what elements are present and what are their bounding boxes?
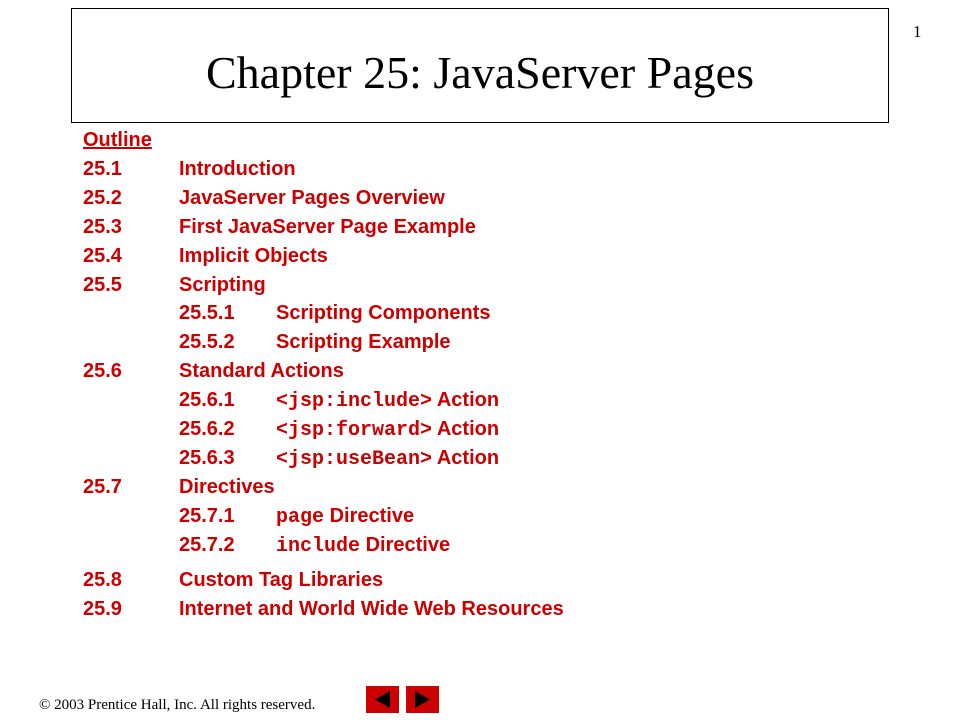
code-text: <jsp:useBean> bbox=[276, 447, 433, 471]
outline-heading: Outline bbox=[83, 129, 152, 151]
label-text: Action bbox=[432, 446, 500, 469]
code-text: <jsp:include> bbox=[276, 390, 433, 414]
item-number: 25.7.2 bbox=[179, 533, 235, 556]
item-number: 25.3 bbox=[83, 215, 122, 238]
item-label: <jsp:useBean> Action bbox=[276, 444, 499, 475]
item-label: Standard Actions bbox=[179, 360, 344, 383]
item-number: 25.5.1 bbox=[179, 302, 235, 325]
label-text: Action bbox=[432, 418, 500, 441]
next-slide-button[interactable] bbox=[406, 686, 439, 713]
triangle-left-icon bbox=[375, 691, 390, 708]
item-label: JavaServer Pages Overview bbox=[179, 186, 445, 209]
item-label: Custom Tag Libraries bbox=[179, 569, 384, 592]
code-text: <jsp:forward> bbox=[276, 419, 433, 443]
page-title: Chapter 25: JavaServer Pages bbox=[205, 47, 754, 98]
previous-slide-button[interactable] bbox=[366, 686, 399, 713]
item-number: 25.6 bbox=[83, 360, 122, 383]
item-label: Introduction bbox=[179, 158, 296, 180]
outline-subitem: 25.5.1 Scripting Components bbox=[83, 299, 783, 328]
label-text: Directive bbox=[360, 533, 451, 556]
outline-item: 25.9 Internet and World Wide Web Resourc… bbox=[83, 595, 783, 624]
item-label: Internet and World Wide Web Resources bbox=[179, 598, 564, 621]
item-number: 25.7.1 bbox=[179, 504, 235, 527]
item-number: 25.6.3 bbox=[179, 446, 235, 469]
outline-item: 25.8 Custom Tag Libraries bbox=[83, 566, 783, 595]
item-number: 25.6.2 bbox=[179, 418, 235, 441]
outline-item: 25.6 Standard Actions bbox=[83, 357, 783, 386]
outline-subitem: 25.7.1 page Directive bbox=[83, 502, 783, 531]
item-label: <jsp:forward> Action bbox=[276, 415, 499, 446]
item-label: page Directive bbox=[276, 502, 414, 533]
item-label: Scripting Example bbox=[276, 331, 451, 354]
code-text: include bbox=[276, 534, 361, 558]
item-label: First JavaServer Page Example bbox=[179, 215, 476, 238]
item-label: Implicit Objects bbox=[179, 244, 328, 267]
code-text: page bbox=[276, 505, 325, 529]
outline-item: 25.5 Scripting bbox=[83, 271, 783, 300]
outline-subitem: 25.6.1 <jsp:include> Action bbox=[83, 386, 783, 415]
outline-subitem: 25.5.2 Scripting Example bbox=[83, 328, 783, 357]
outline-item: 25.7 Directives bbox=[83, 473, 783, 502]
outline: Outline 25.1 Introduction 25.2 JavaServe… bbox=[83, 126, 783, 624]
item-label: Scripting Components bbox=[276, 302, 491, 325]
item-number: 25.4 bbox=[83, 244, 122, 267]
item-number: 25.1 bbox=[83, 158, 122, 180]
item-label: include Directive bbox=[276, 531, 450, 562]
item-number: 25.2 bbox=[83, 186, 122, 209]
outline-item: 25.2 JavaServer Pages Overview bbox=[83, 184, 783, 213]
outline-subitem: 25.6.2 <jsp:forward> Action bbox=[83, 415, 783, 444]
item-number: 25.7 bbox=[83, 475, 122, 498]
label-text: Directive bbox=[324, 504, 415, 527]
item-number: 25.9 bbox=[83, 598, 122, 621]
outline-subitem: 25.7.2 include Directive bbox=[83, 531, 783, 560]
item-number: 25.5 bbox=[83, 273, 122, 296]
item-number: 25.5.2 bbox=[179, 331, 235, 354]
outline-subitem: 25.6.3 <jsp:useBean> Action bbox=[83, 444, 783, 473]
copyright-footer: © 2003 Prentice Hall, Inc. All rights re… bbox=[39, 697, 316, 713]
title-box: Chapter 25: JavaServer Pages bbox=[71, 8, 889, 123]
item-number: 25.6.1 bbox=[179, 389, 235, 412]
outline-item: 25.4 Implicit Objects bbox=[83, 242, 783, 271]
slide-number: 1 bbox=[913, 22, 922, 41]
outline-item: 25.3 First JavaServer Page Example bbox=[83, 213, 783, 242]
item-label: Scripting bbox=[179, 273, 266, 296]
item-number: 25.8 bbox=[83, 569, 122, 592]
outline-item: 25.1 Introduction bbox=[83, 155, 783, 184]
item-label: <jsp:include> Action bbox=[276, 386, 499, 417]
triangle-right-icon bbox=[415, 691, 430, 708]
item-label: Directives bbox=[179, 475, 275, 498]
label-text: Action bbox=[432, 389, 500, 412]
